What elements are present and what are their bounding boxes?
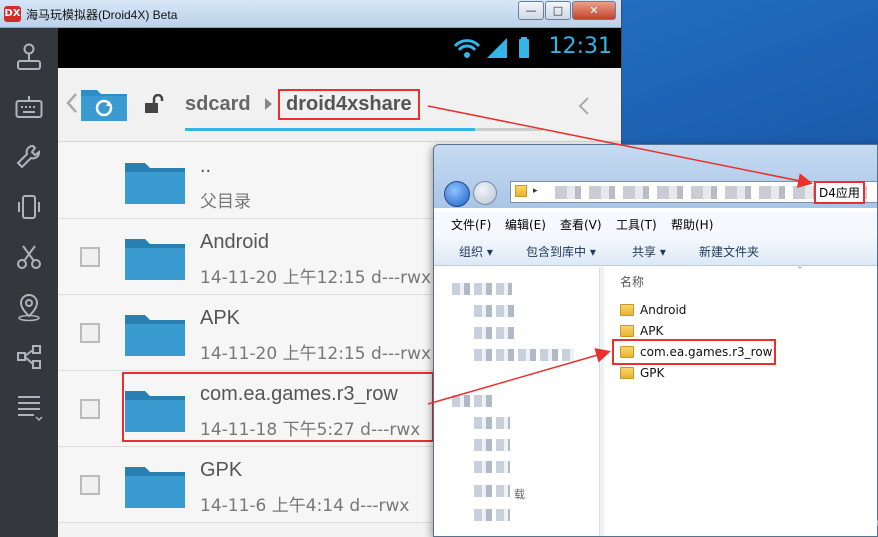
minimize-button[interactable]: — <box>518 1 544 20</box>
row-checkbox[interactable] <box>80 399 100 419</box>
column-header-name[interactable]: 名称 <box>620 273 644 290</box>
row-checkbox[interactable] <box>80 323 100 343</box>
back-icon[interactable] <box>444 181 470 207</box>
file-meta: 父目录 <box>200 192 251 212</box>
breadcrumb-separator-icon <box>265 98 272 110</box>
folder-icon <box>620 367 634 379</box>
chevron-left-icon[interactable] <box>66 92 78 114</box>
file-manager-toolbar: sdcard droid4xshare <box>58 68 621 142</box>
refresh-folder-icon[interactable] <box>80 84 128 122</box>
menu-icon[interactable] <box>12 390 46 424</box>
file-name: .. <box>200 155 212 177</box>
wifi-signal-battery-icon <box>453 37 529 58</box>
nav-item-blurred[interactable] <box>474 349 574 361</box>
chevron-left-icon[interactable] <box>578 96 590 116</box>
wrench-icon[interactable] <box>12 140 46 174</box>
scissors-icon[interactable] <box>12 240 46 274</box>
nav-scrollbar[interactable] <box>600 267 604 536</box>
row-checkbox[interactable] <box>80 247 100 267</box>
location-icon[interactable] <box>12 290 46 324</box>
file-meta: 14-11-6 上午4:14 d---rwx <box>200 496 410 516</box>
menu-tools[interactable]: 工具(T) <box>616 216 657 233</box>
menu-edit[interactable]: 编辑(E) <box>505 216 546 233</box>
nav-item-blurred[interactable] <box>474 461 510 473</box>
share-icon[interactable] <box>12 340 46 374</box>
nav-item-blurred[interactable] <box>452 283 512 295</box>
file-meta: 14-11-20 上午12:15 d---rwx <box>200 268 432 288</box>
row-checkbox[interactable] <box>80 475 100 495</box>
item-label: GPK <box>640 366 665 380</box>
nav-item-blurred[interactable] <box>474 327 514 339</box>
joystick-icon[interactable] <box>12 40 46 74</box>
emulator-sidebar <box>0 28 58 537</box>
share-button[interactable]: 共享 ▾ <box>632 243 666 260</box>
chevron-right-icon: ▸ <box>533 186 538 196</box>
android-status-bar: 12:31 <box>58 28 621 68</box>
folder-icon <box>125 467 185 508</box>
breadcrumb-indicator <box>185 128 475 131</box>
window-title: 海马玩模拟器(Droid4X) Beta <box>26 8 178 22</box>
breadcrumb-current-folder[interactable]: droid4xshare <box>278 89 420 120</box>
nav-item-blurred[interactable] <box>474 485 510 497</box>
menu-file[interactable]: 文件(F) <box>451 216 491 233</box>
breadcrumb-sdcard[interactable]: sdcard <box>185 93 251 116</box>
menu-view[interactable]: 查看(V) <box>560 216 602 233</box>
folder-icon <box>125 315 185 356</box>
keyboard-icon[interactable] <box>12 90 46 124</box>
file-meta: 14-11-20 上午12:15 d---rwx <box>200 344 432 364</box>
file-name: GPK <box>200 459 243 481</box>
nav-item-blurred[interactable] <box>474 509 510 521</box>
explorer-command-bar: 组织 ▾ 包含到库中 ▾ 共享 ▾ 新建文件夹 <box>434 234 877 266</box>
include-in-library-button[interactable]: 包含到库中 ▾ <box>526 243 596 260</box>
sort-caret-icon: ⌃ <box>796 266 804 276</box>
highlight-box <box>122 372 434 442</box>
folder-icon <box>620 304 634 316</box>
forward-icon[interactable] <box>473 181 497 205</box>
item-label: Android <box>640 303 687 317</box>
explorer-item-android[interactable]: Android <box>620 300 686 320</box>
folder-icon <box>620 325 634 337</box>
explorer-menubar: 文件(F) 编辑(E) 查看(V) 工具(T) 帮助(H) <box>434 212 877 234</box>
maximize-button[interactable]: □ <box>545 1 571 20</box>
droid4x-logo: DX <box>4 6 21 22</box>
file-name: APK <box>200 307 241 329</box>
item-label: APK <box>640 324 664 338</box>
explorer-item-apk[interactable]: APK <box>620 321 663 341</box>
highlight-box <box>612 339 776 365</box>
droid4x-titlebar: DX 海马玩模拟器(Droid4X) Beta — □ ✕ <box>0 0 621 28</box>
nav-item-blurred[interactable] <box>452 395 492 407</box>
folder-icon <box>125 239 185 280</box>
nav-partial-label: 载 <box>514 488 525 501</box>
nav-item-blurred[interactable] <box>474 417 510 429</box>
unlock-icon[interactable] <box>144 94 166 114</box>
explorer-item-gpk[interactable]: GPK <box>620 363 664 383</box>
close-button[interactable]: ✕ <box>572 1 616 20</box>
shake-icon[interactable] <box>12 190 46 224</box>
menu-help[interactable]: 帮助(H) <box>671 216 713 233</box>
organize-button[interactable]: 组织 ▾ <box>459 243 493 260</box>
nav-item-blurred[interactable] <box>474 439 510 451</box>
file-name: Android <box>200 231 269 253</box>
status-clock: 12:31 <box>548 34 612 59</box>
folder-icon <box>515 185 527 197</box>
new-folder-button[interactable]: 新建文件夹 <box>699 243 759 260</box>
folder-icon <box>125 163 185 204</box>
watermark-url: www.xiazaiba.com <box>790 518 878 529</box>
nav-item-blurred[interactable] <box>474 305 514 317</box>
address-current-folder[interactable]: D4应用 <box>814 181 865 204</box>
